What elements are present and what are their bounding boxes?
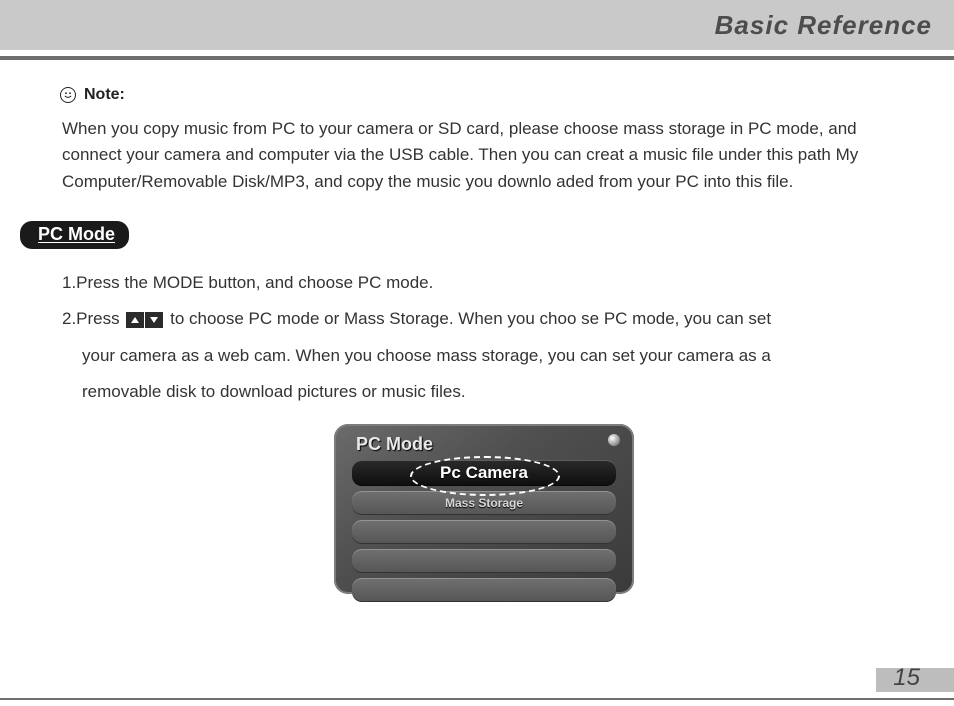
menu-item: Mass Storage	[352, 491, 616, 515]
menu-item	[352, 578, 616, 602]
up-down-arrows-icon	[126, 312, 163, 328]
smile-icon	[60, 87, 76, 103]
step-2-prefix: 2.Press	[62, 309, 124, 328]
manual-page: Basic Reference Note: When you copy musi…	[0, 0, 954, 706]
section-chip: PC Mode	[20, 221, 129, 249]
camera-menu-screen: PC Mode Pc Camera Mass Storage	[334, 424, 634, 594]
step-2-line3: removable disk to download pictures or m…	[82, 376, 906, 408]
menu-item	[352, 520, 616, 544]
note-body: When you copy music from PC to your came…	[62, 116, 906, 195]
screen-menu-title: PC Mode	[356, 434, 616, 455]
section-header-title: Basic Reference	[715, 10, 932, 41]
step-2-line1: 2.Press to choose PC mode or Mass Storag…	[62, 303, 906, 335]
up-arrow-icon	[126, 312, 144, 328]
section-chip-label: PC Mode	[38, 224, 115, 244]
header-band: Basic Reference	[0, 0, 954, 50]
note-label: Note:	[84, 86, 125, 104]
step-2-line2: your camera as a web cam. When you choos…	[82, 340, 906, 372]
step-1: 1.Press the MODE button, and choose PC m…	[62, 267, 906, 299]
page-number-wrap: 15	[876, 668, 954, 692]
down-arrow-icon	[145, 312, 163, 328]
menu-item-selected: Pc Camera	[352, 460, 616, 486]
footer-rule	[0, 698, 954, 700]
page-number: 15	[893, 664, 920, 692]
step-2-mid: to choose PC mode or Mass Storage. When …	[170, 309, 771, 328]
menu-item	[352, 549, 616, 573]
content-area: Note: When you copy music from PC to you…	[0, 60, 954, 594]
note-heading-row: Note:	[60, 86, 906, 104]
steps-block: 1.Press the MODE button, and choose PC m…	[62, 267, 906, 408]
